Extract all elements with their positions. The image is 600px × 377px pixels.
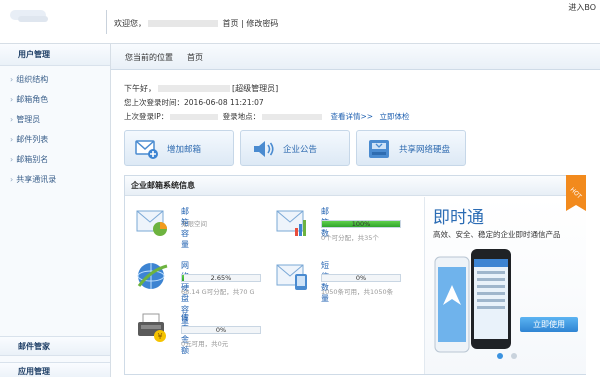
progress-label: 2.65% — [210, 274, 232, 282]
metric-sub: 0元可用，共0元 — [181, 340, 229, 348]
details-link[interactable]: 查看详情>> — [331, 112, 374, 121]
sidebar-item-label: 邮箱别名 — [16, 155, 49, 164]
announcement-label: 企业公告 — [283, 145, 318, 155]
shared-disk-button[interactable]: 共享网络硬盘 — [356, 130, 466, 166]
sidebar-item-admin[interactable]: › 管理员 — [0, 110, 110, 130]
envelope-bar-icon — [276, 210, 306, 236]
announcement-button[interactable]: 企业公告 — [240, 130, 350, 166]
sms-progress: 0% — [321, 274, 401, 282]
welcome-area: 欢迎您， 首页 | 修改密码 — [114, 18, 278, 29]
promo-title: 即时通 — [433, 208, 484, 228]
sidebar-item-label: 共享通讯录 — [16, 175, 57, 184]
svg-text:¥: ¥ — [157, 332, 162, 341]
carousel-dot-active[interactable] — [497, 353, 503, 359]
fax-progress: 0% — [181, 326, 261, 334]
envelope-chart-icon — [136, 210, 167, 236]
sidebar-item-roles[interactable]: › 邮箱角色 — [0, 90, 110, 110]
chevron-right-icon: › — [10, 175, 14, 184]
breadcrumb: 您当前的位置 首页 — [111, 44, 600, 70]
mail-count-progress: 100% — [321, 220, 401, 228]
greeting: 下午好， [超级管理员] — [124, 83, 278, 94]
panel-title: 企业邮箱系统信息 — [125, 176, 585, 196]
header-divider — [106, 10, 107, 34]
sidebar-item-label: 组织结构 — [16, 75, 49, 84]
chevron-right-icon: › — [10, 75, 14, 84]
metric-title: 传真金额 — [181, 313, 189, 355]
chevron-right-icon: › — [10, 155, 14, 164]
add-mailbox-button[interactable]: 增加邮箱 — [124, 130, 234, 166]
sidebar-item-org[interactable]: › 组织结构 — [0, 70, 110, 90]
last-login-ip-label: 上次登录IP： — [124, 112, 169, 121]
progress-label: 0% — [355, 274, 367, 282]
progress-label: 100% — [351, 220, 371, 228]
fax-machine-icon: ¥ — [138, 313, 166, 342]
sidebar-section-apps[interactable]: 应用管理 — [0, 362, 110, 377]
chevron-right-icon: › — [10, 115, 14, 124]
greeting-text: 下午好， — [124, 84, 156, 93]
metric-sub: 0个可分配，共35个 — [321, 234, 379, 242]
redacted-ip — [170, 114, 219, 120]
promo-subtitle: 高效、安全、稳定的企业即时通信产品 — [433, 230, 561, 239]
carousel-dot[interactable] — [511, 353, 517, 359]
chevron-right-icon: › — [10, 135, 14, 144]
use-now-button[interactable]: 立即使用 — [520, 317, 578, 332]
last-login-time-value: 2016-06-08 11:21:07 — [184, 98, 264, 107]
add-mailbox-label: 增加邮箱 — [167, 145, 202, 155]
separator: | — [241, 19, 244, 28]
redacted-name — [158, 85, 230, 92]
metric-title: 邮箱容量 — [181, 207, 189, 249]
role-badge: [超级管理员] — [232, 84, 279, 93]
mail-add-icon — [135, 140, 158, 159]
speaker-icon — [254, 141, 274, 157]
sidebar-item-label: 管理员 — [16, 115, 41, 124]
top-bar: 欢迎您， 首页 | 修改密码 进入BO — [0, 0, 600, 44]
last-login-ip: 上次登录IP： 登录地点： 查看详情>> 立即体检 — [124, 111, 409, 122]
metric-title: 短信数量 — [321, 261, 329, 303]
breadcrumb-label: 您当前的位置 — [125, 53, 173, 62]
sidebar-item-contacts[interactable]: › 共享通讯录 — [0, 170, 110, 190]
sidebar-item-mail-list[interactable]: › 邮件列表 — [0, 130, 110, 150]
logo — [0, 0, 110, 44]
progress-label: 0% — [215, 326, 227, 334]
disk-capacity-progress: 2.65% — [181, 274, 261, 282]
logo-mark-secondary — [18, 16, 48, 22]
home-link[interactable]: 首页 — [223, 19, 239, 28]
chevron-right-icon: › — [10, 95, 14, 104]
sidebar-section-mail-butler[interactable]: 邮件管家 — [0, 336, 110, 356]
im-promo-banner[interactable]: HOT 即时通 高效、安全、稳定的企业即时通信产品 立即使用 — [424, 175, 586, 374]
sidebar: 用户管理 › 组织结构 › 邮箱角色 › 管理员 › 邮件列表 › 邮箱别名 › 共享通讯录… — [0, 44, 111, 377]
last-login-time-label: 您上次登录时间： — [124, 98, 184, 107]
sidebar-item-label: 邮件列表 — [16, 135, 49, 144]
breadcrumb-home[interactable]: 首页 — [187, 50, 203, 66]
redacted-username — [148, 20, 218, 27]
change-password-link[interactable]: 修改密码 — [246, 19, 278, 28]
sidebar-title[interactable]: 用户管理 — [0, 44, 110, 66]
envelope-sms-icon — [276, 264, 307, 290]
metric-sub: 无限空间 — [181, 220, 207, 228]
last-login-place-label: 登录地点： — [222, 112, 261, 121]
sidebar-item-alias[interactable]: › 邮箱别名 — [0, 150, 110, 170]
metric-sub: 1050条可用，共1050条 — [321, 288, 394, 296]
metric-sub: 68.14 G可分配，共70 G — [181, 288, 255, 296]
disk-icon — [369, 140, 389, 158]
sidebar-item-label: 邮箱角色 — [16, 95, 49, 104]
hot-badge: HOT — [566, 175, 586, 211]
shared-disk-label: 共享网络硬盘 — [399, 145, 451, 155]
enter-link[interactable]: 进入BO — [564, 0, 600, 15]
phones-illustration — [434, 249, 511, 353]
network-disk-icon — [137, 263, 168, 289]
check-now-link[interactable]: 立即体检 — [379, 112, 409, 121]
last-login-time: 您上次登录时间：2016-06-08 11:21:07 — [124, 97, 264, 108]
redacted-place — [262, 114, 323, 120]
welcome-text: 欢迎您， — [114, 19, 146, 28]
